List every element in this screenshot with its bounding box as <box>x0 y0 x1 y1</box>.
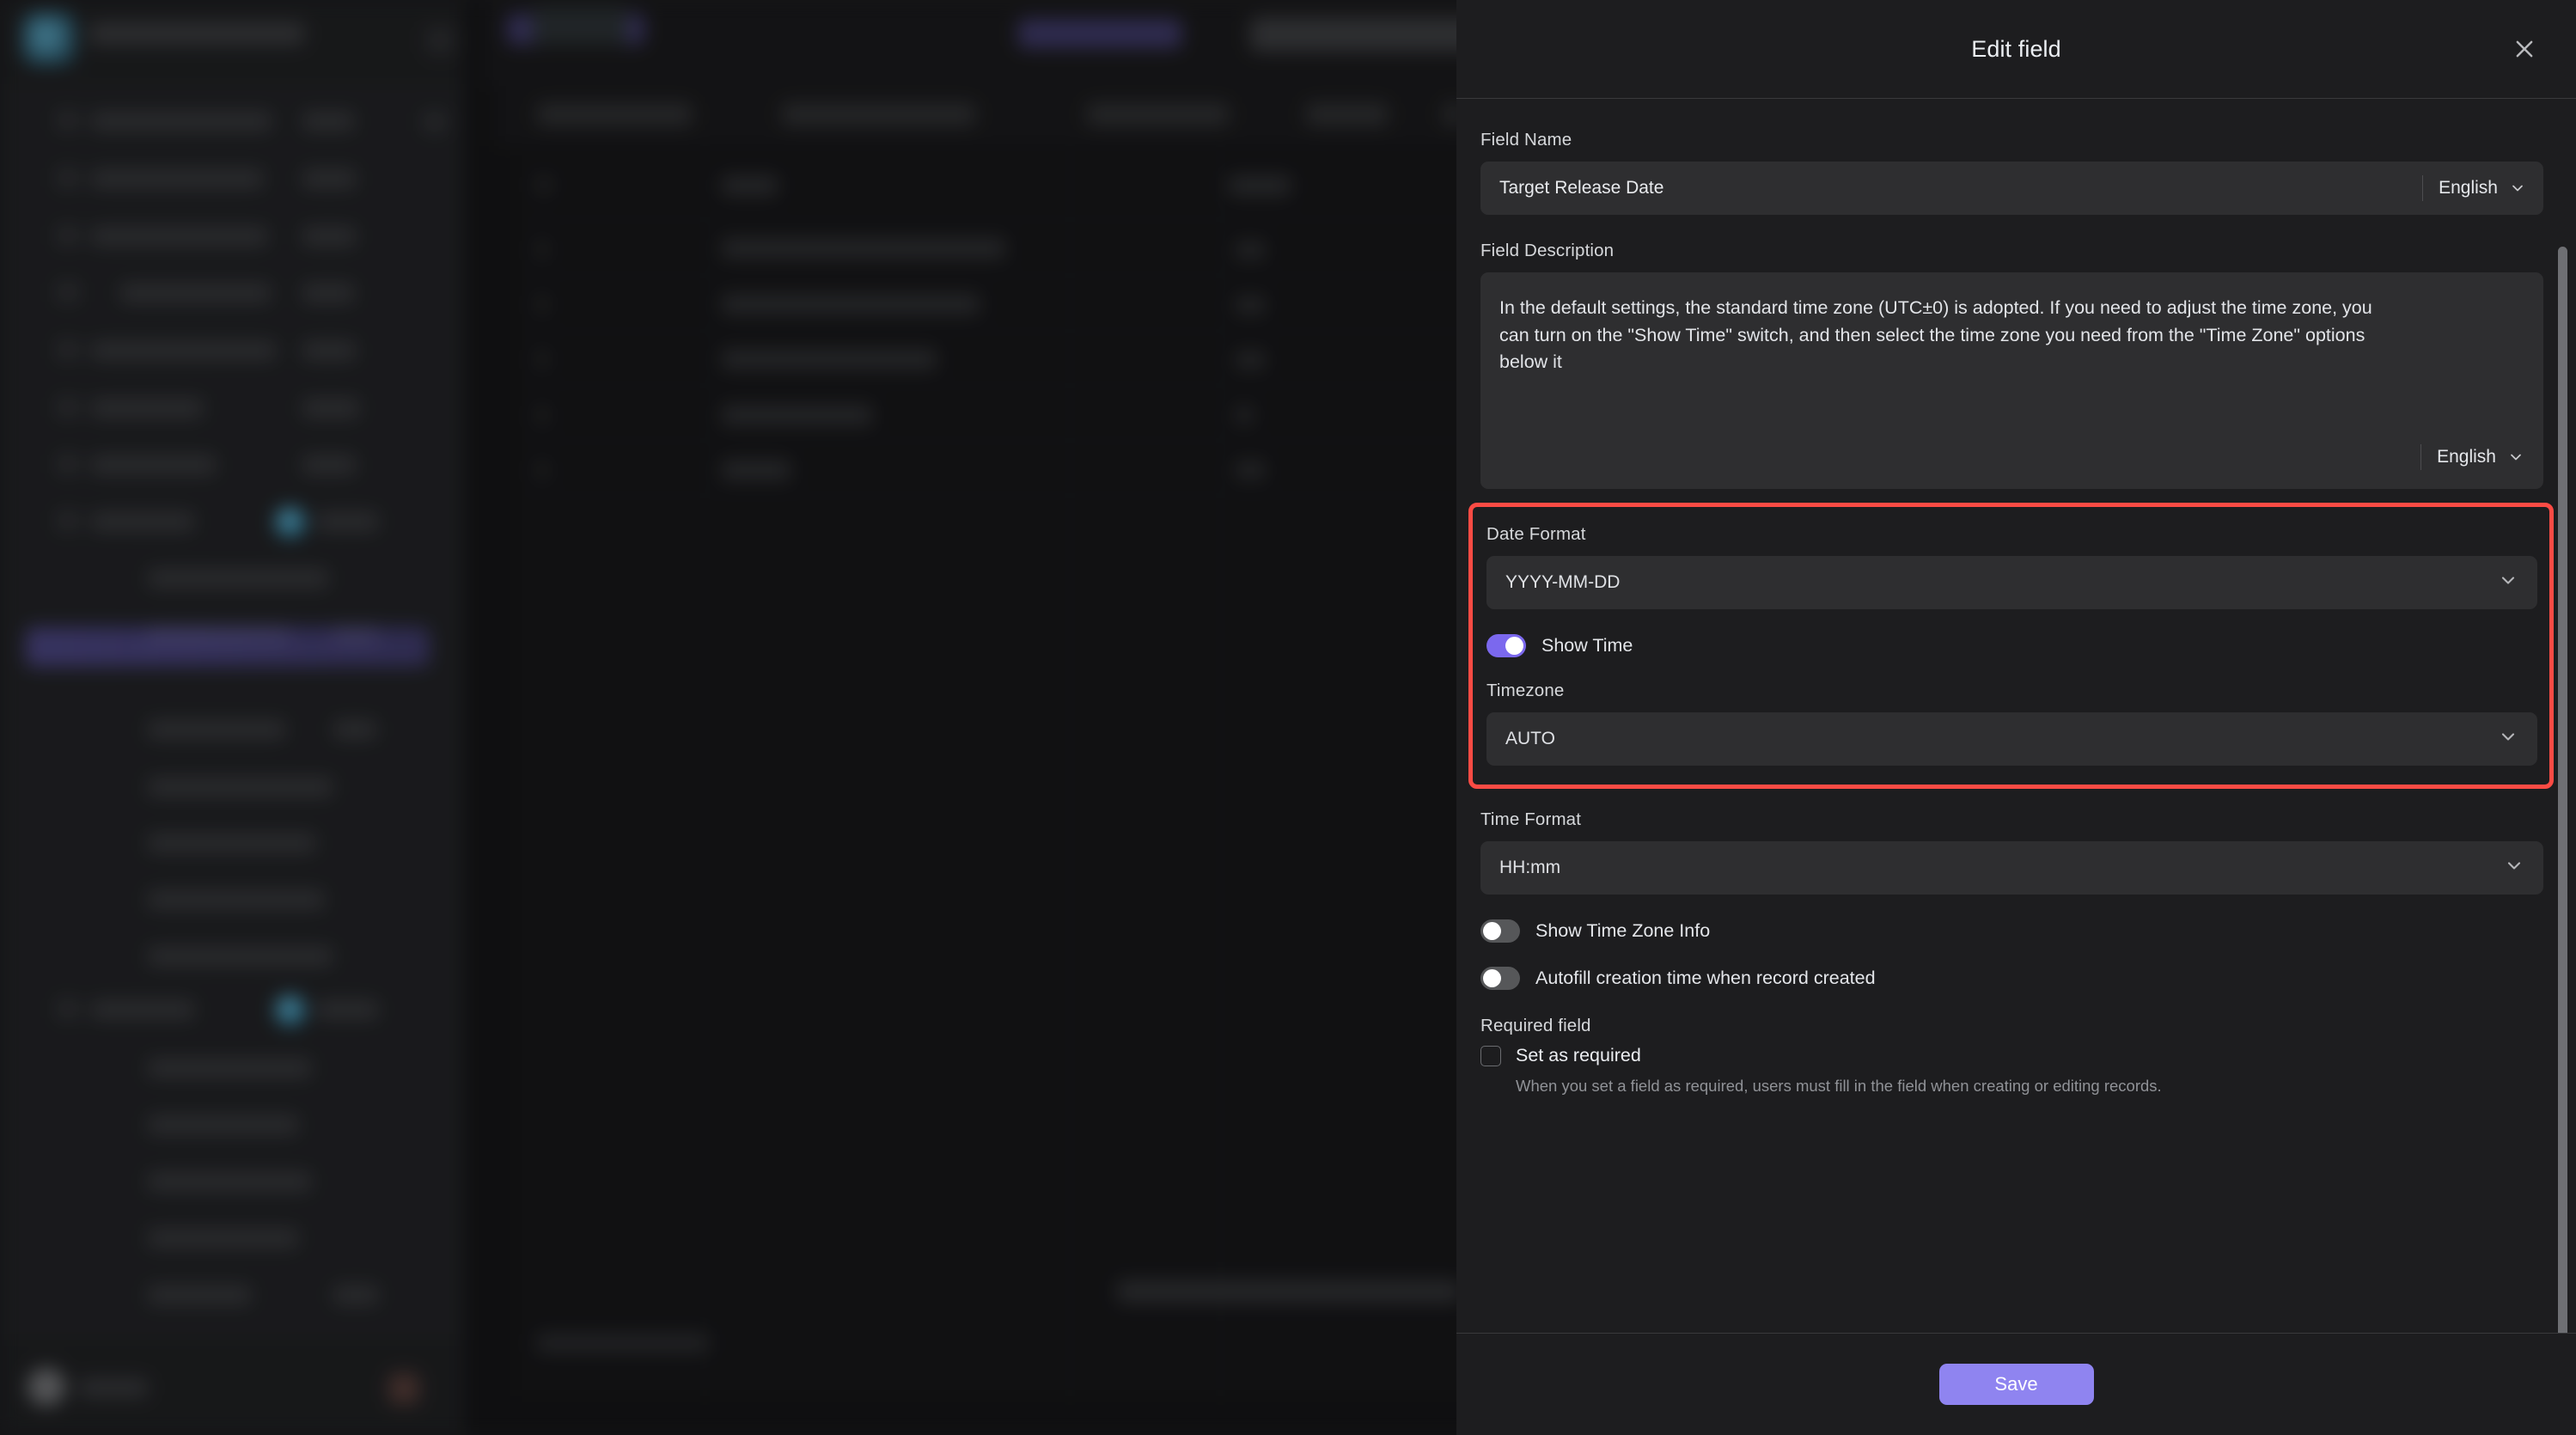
timezone-value: AUTO <box>1505 729 1555 748</box>
show-time-label: Show Time <box>1541 635 1633 656</box>
panel-body: Field Name Target Release Date English F… <box>1456 99 2576 1333</box>
date-format-value: YYYY-MM-DD <box>1505 572 1621 592</box>
timezone-group: Timezone AUTO <box>1486 681 2537 766</box>
panel-header: Edit field <box>1456 0 2576 99</box>
field-name-label: Field Name <box>1480 130 1572 150</box>
time-format-label: Time Format <box>1480 809 1582 829</box>
time-format-value: HH:mm <box>1499 858 1561 877</box>
set-as-required-label: Set as required <box>1516 1045 1641 1066</box>
field-name-value: Target Release Date <box>1499 178 1664 198</box>
field-name-language-value: English <box>2439 178 2498 198</box>
set-as-required-checkbox[interactable] <box>1480 1045 1501 1066</box>
autofill-creation-time-toggle[interactable] <box>1480 967 1520 990</box>
field-description-group: Field Description In the default setting… <box>1480 241 2543 489</box>
field-description-value: In the default settings, the standard ti… <box>1499 297 2372 373</box>
set-as-required-row[interactable]: Set as required <box>1480 1045 2543 1066</box>
field-description-language-selector[interactable]: English <box>2420 444 2524 470</box>
chevron-down-icon <box>2498 571 2518 595</box>
field-description-textarea[interactable]: In the default settings, the standard ti… <box>1480 272 2543 489</box>
panel-title: Edit field <box>1971 35 2061 62</box>
date-format-select[interactable]: YYYY-MM-DD <box>1486 556 2537 609</box>
field-description-language-value: English <box>2437 447 2496 467</box>
show-time-zone-info-row[interactable]: Show Time Zone Info <box>1480 919 2543 943</box>
chevron-down-icon <box>2504 856 2524 881</box>
panel-scrollbar[interactable] <box>2558 247 2567 1333</box>
time-format-select[interactable]: HH:mm <box>1480 841 2543 895</box>
chevron-down-icon <box>2509 180 2526 197</box>
toggle-knob <box>1483 922 1501 940</box>
show-time-zone-info-label: Show Time Zone Info <box>1535 920 1711 941</box>
field-name-input[interactable]: Target Release Date English <box>1480 162 2543 215</box>
panel-footer: Save <box>1456 1333 2576 1435</box>
chevron-down-icon <box>2507 449 2524 466</box>
field-name-language-selector[interactable]: English <box>2422 175 2526 201</box>
toggle-knob <box>1505 637 1523 655</box>
field-name-group: Field Name Target Release Date English <box>1480 130 2543 215</box>
date-format-group: Date Format YYYY-MM-DD <box>1486 524 2537 609</box>
required-field-label: Required field <box>1480 1016 1591 1035</box>
show-time-toggle[interactable] <box>1486 634 1526 657</box>
autofill-creation-time-row[interactable]: Autofill creation time when record creat… <box>1480 967 2543 990</box>
show-time-zone-info-toggle[interactable] <box>1480 919 1520 943</box>
field-description-label: Field Description <box>1480 241 1615 260</box>
close-icon[interactable] <box>2506 30 2543 68</box>
chevron-down-icon <box>2498 727 2518 752</box>
toggle-knob <box>1483 969 1501 987</box>
date-format-label: Date Format <box>1486 524 1586 544</box>
highlighted-date-settings-section: Date Format YYYY-MM-DD Show Time Timezon… <box>1468 503 2554 789</box>
save-button[interactable]: Save <box>1938 1364 2094 1405</box>
required-field-group: Required field Set as required When you … <box>1480 1016 2543 1096</box>
show-time-toggle-row[interactable]: Show Time <box>1486 634 2537 657</box>
edit-field-panel: Edit field Field Name Target Release Dat… <box>1456 0 2576 1435</box>
required-field-hint: When you set a field as required, users … <box>1516 1077 2162 1095</box>
time-format-group: Time Format HH:mm <box>1480 809 2543 895</box>
timezone-label: Timezone <box>1486 681 1565 700</box>
autofill-creation-time-label: Autofill creation time when record creat… <box>1535 968 1876 988</box>
timezone-select[interactable]: AUTO <box>1486 712 2537 766</box>
